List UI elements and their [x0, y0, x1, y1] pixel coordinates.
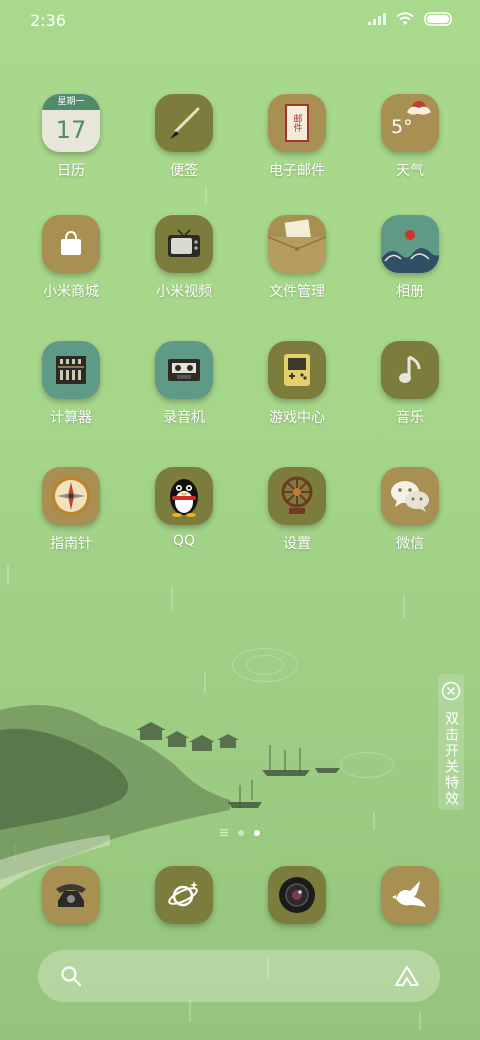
page-dot-active[interactable]: [254, 829, 260, 836]
app-weather[interactable]: 5° 天气: [360, 94, 460, 180]
gameboy-icon: [268, 341, 326, 399]
app-mi-store[interactable]: 小米商城: [21, 215, 121, 301]
app-notes[interactable]: 便签: [134, 94, 234, 180]
abacus-icon: [42, 341, 100, 399]
app-wechat[interactable]: 微信: [360, 467, 460, 553]
cassette-icon: [155, 341, 213, 399]
dock-messages[interactable]: [360, 866, 460, 924]
app-music[interactable]: 音乐: [360, 341, 460, 427]
app-label: 指南针: [50, 536, 92, 552]
folder-icon: [268, 215, 326, 273]
app-label: 游戏中心: [269, 410, 325, 426]
menu-lines-icon: [220, 829, 228, 836]
tv-icon: [155, 215, 213, 273]
weather-cloud-icon: 5°: [381, 94, 439, 152]
app-recorder[interactable]: 录音机: [134, 341, 234, 427]
music-note-icon: [381, 341, 439, 399]
penguin-icon: [155, 467, 213, 525]
app-label: 日历: [57, 163, 85, 179]
effect-toggle[interactable]: 双击开关特效: [438, 674, 464, 810]
planet-browser-icon: [155, 866, 213, 924]
dharma-wheel-icon: [268, 467, 326, 525]
calendar-icon: 星期一 17: [42, 94, 100, 152]
close-circle-icon[interactable]: [441, 681, 461, 701]
app-mi-video[interactable]: 小米视频: [134, 215, 234, 301]
wave-sun-icon: [381, 215, 439, 273]
dock-phone[interactable]: [21, 866, 121, 924]
calendar-weekday: 星期一: [42, 94, 100, 110]
app-label: 录音机: [163, 410, 205, 426]
mail-letter-icon: 邮件: [268, 94, 326, 152]
app-calculator[interactable]: 计算器: [21, 341, 121, 427]
app-label: 便签: [170, 163, 198, 179]
search-icon[interactable]: [60, 965, 82, 987]
compass-icon: [42, 467, 100, 525]
app-label: 设置: [283, 536, 311, 552]
app-label: 小米商城: [43, 284, 99, 300]
app-file-manager[interactable]: 文件管理: [247, 215, 347, 301]
app-label: QQ: [172, 533, 196, 549]
app-label: 相册: [396, 284, 424, 300]
effect-toggle-label: 双击开关特效: [443, 711, 459, 807]
search-bar[interactable]: [38, 950, 440, 1002]
app-label: 音乐: [396, 410, 424, 426]
app-label: 微信: [396, 536, 424, 552]
dock-browser[interactable]: [134, 866, 234, 924]
app-email[interactable]: 邮件 电子邮件: [247, 94, 347, 180]
app-qq[interactable]: QQ: [134, 467, 234, 549]
weather-temp: 5°: [391, 116, 413, 138]
app-label: 文件管理: [269, 284, 325, 300]
page-indicator: [0, 829, 480, 836]
app-label: 电子邮件: [269, 163, 325, 179]
app-label: 小米视频: [156, 284, 212, 300]
app-calendar[interactable]: 星期一 17 日历: [21, 94, 121, 180]
brush-notes-icon: [155, 94, 213, 152]
page-dot[interactable]: [238, 829, 244, 836]
app-game-center[interactable]: 游戏中心: [247, 341, 347, 427]
dock-camera[interactable]: [247, 866, 347, 924]
phone-icon: [42, 866, 100, 924]
shopping-bag-icon: [42, 215, 100, 273]
app-label: 天气: [396, 163, 424, 179]
voice-assistant-icon[interactable]: [394, 965, 420, 987]
camera-icon: [268, 866, 326, 924]
app-label: 计算器: [50, 410, 92, 426]
app-settings[interactable]: 设置: [247, 467, 347, 553]
calendar-day: 17: [42, 110, 100, 152]
app-compass[interactable]: 指南针: [21, 467, 121, 553]
app-gallery[interactable]: 相册: [360, 215, 460, 301]
dove-icon: [381, 866, 439, 924]
mail-stamp-text: 邮件: [291, 114, 302, 132]
chat-bubbles-icon: [381, 467, 439, 525]
